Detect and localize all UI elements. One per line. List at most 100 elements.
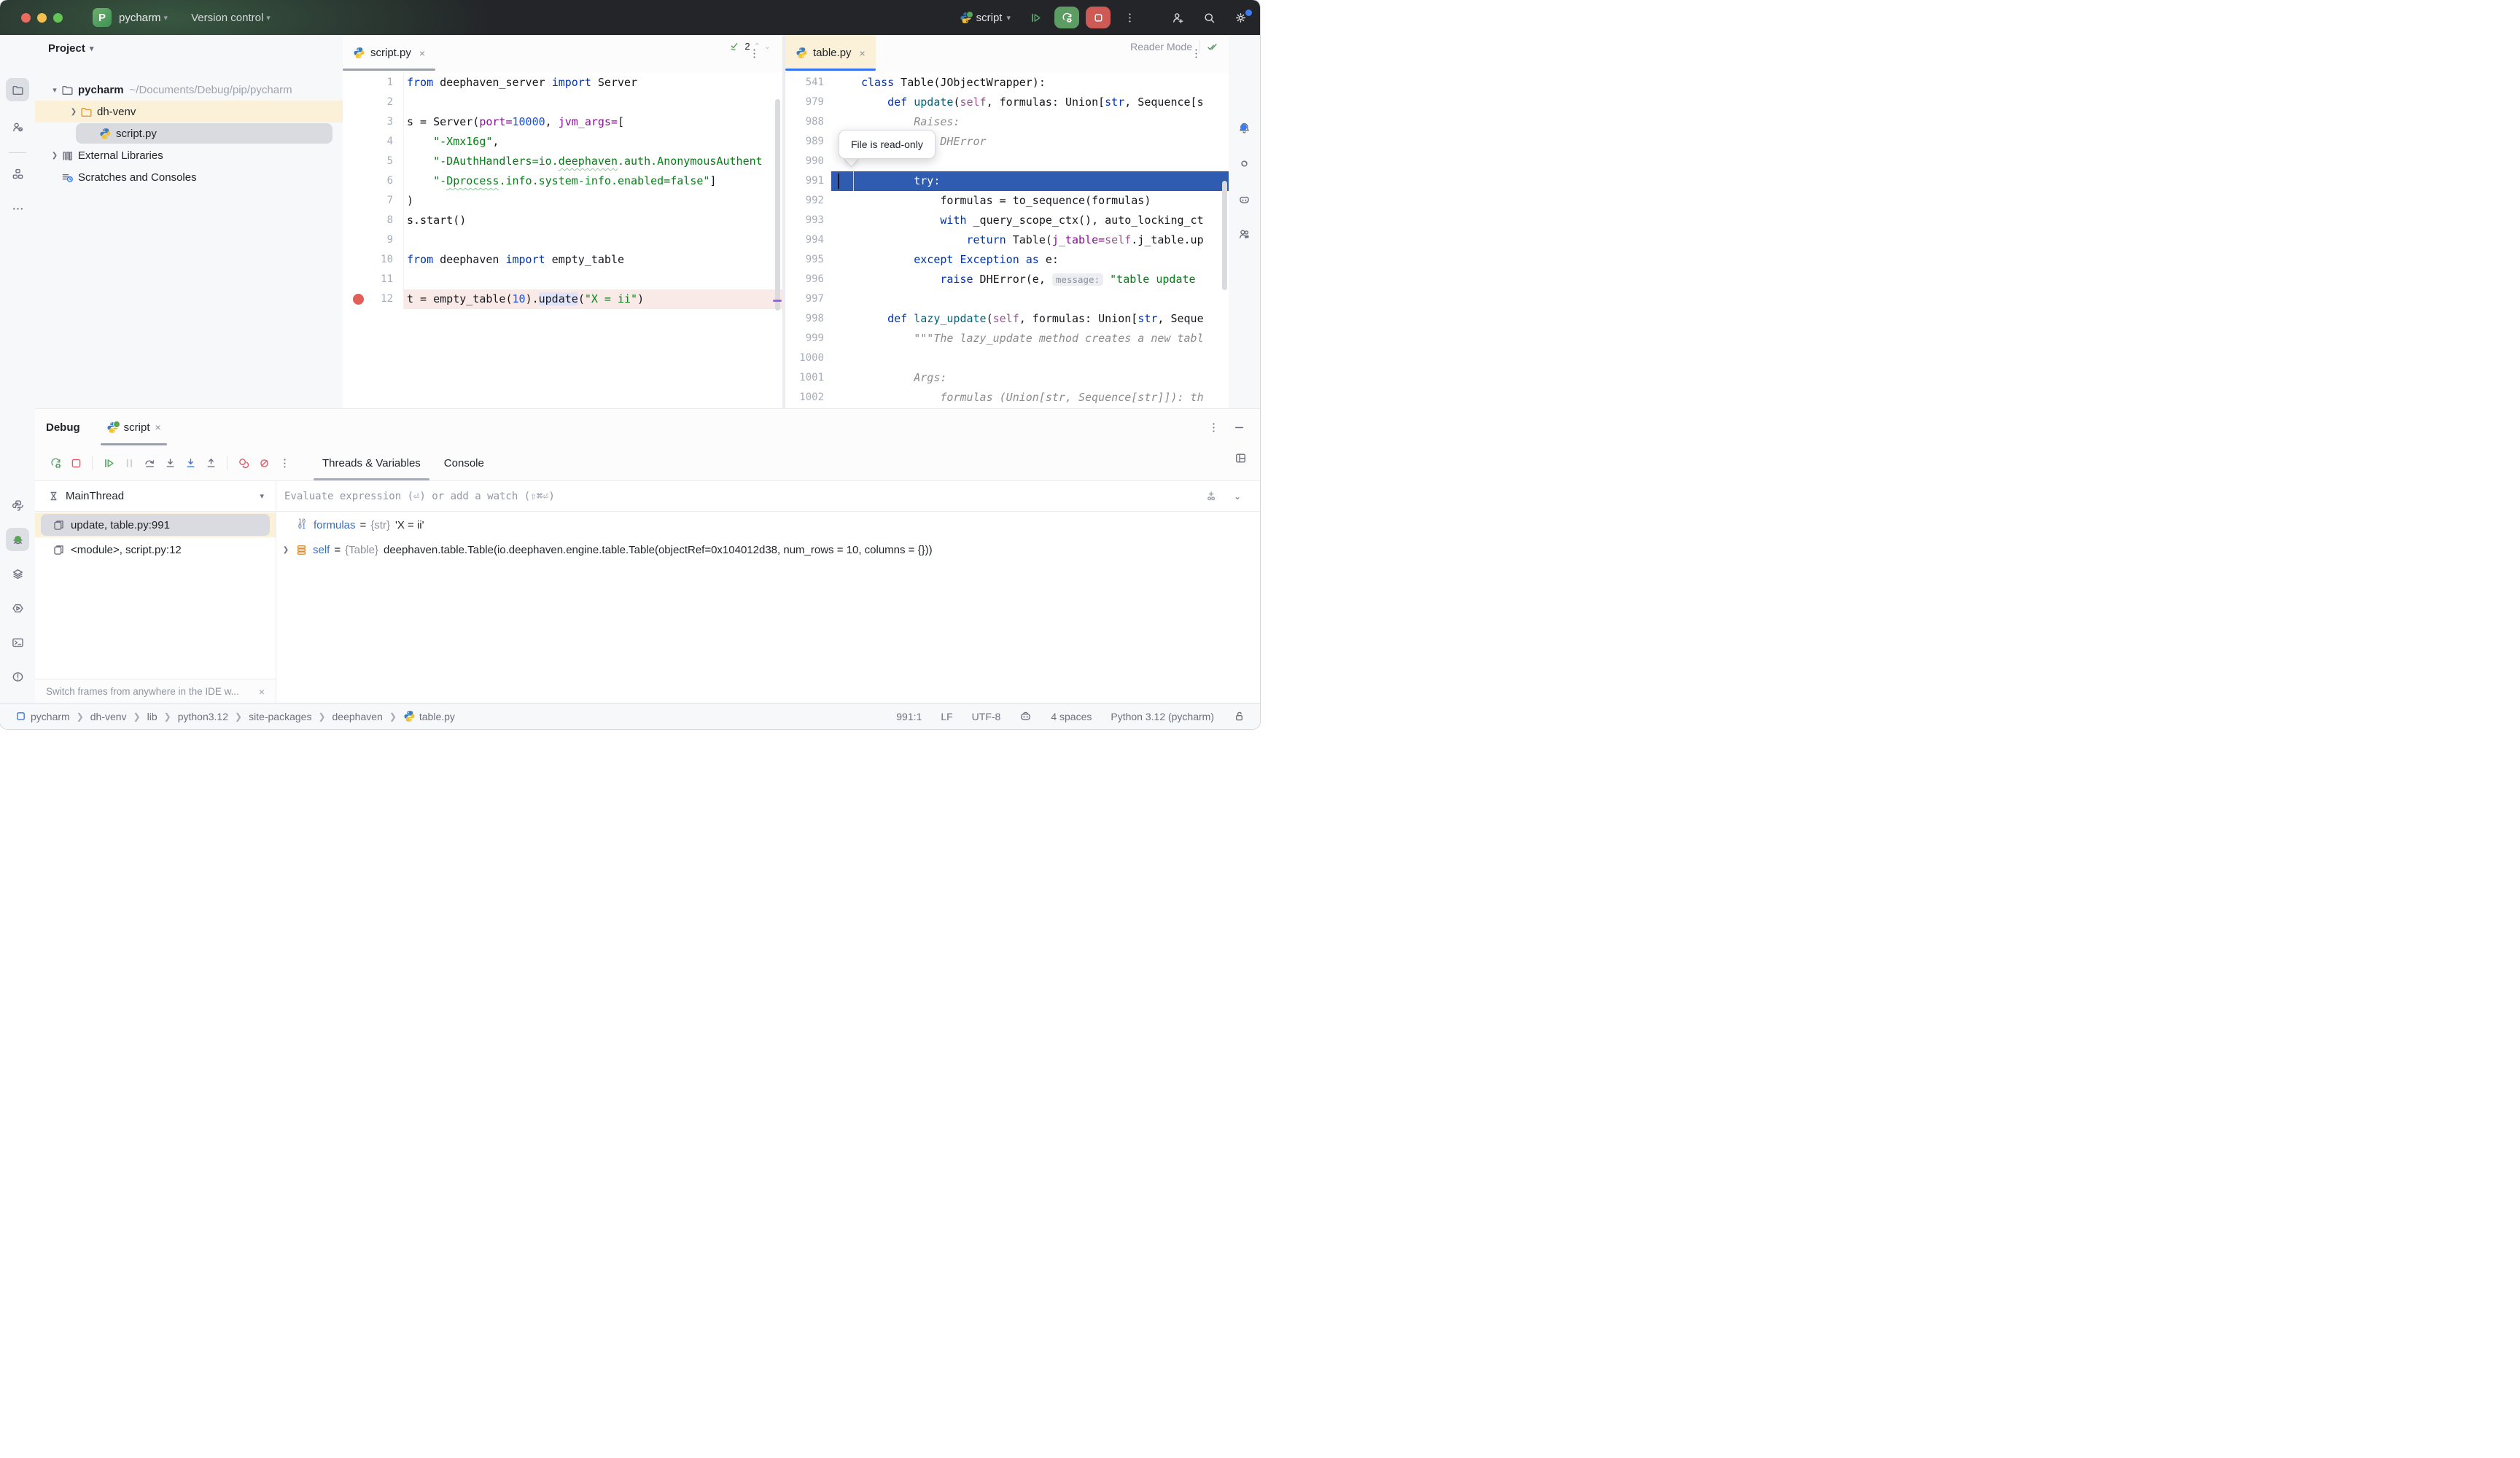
tool-window-learn[interactable]: ? [6, 115, 29, 139]
tool-window-more-tool-windows[interactable] [6, 197, 29, 220]
tab-script-py[interactable]: script.py × [343, 35, 435, 71]
evaluate-expression-input[interactable]: Evaluate expression (⏎) or add a watch (… [276, 481, 1260, 512]
resume-program-button[interactable] [1023, 7, 1048, 28]
line-number[interactable]: 993 [785, 211, 831, 230]
line-number[interactable]: 8 [343, 211, 403, 230]
line-number[interactable]: 997 [785, 289, 831, 309]
more-actions-button[interactable] [1117, 7, 1142, 28]
close-window-button[interactable] [21, 13, 31, 23]
line-number[interactable]: 1000 [785, 348, 831, 368]
close-session-icon[interactable]: × [155, 421, 161, 433]
breadcrumb-pycharm[interactable]: pycharm [15, 710, 70, 722]
scrollbar-right-editor[interactable] [1222, 181, 1227, 290]
status-read-only-toggle[interactable] [1233, 710, 1245, 722]
project-menu[interactable]: pycharm [119, 12, 161, 24]
step-into-button[interactable] [160, 453, 180, 473]
close-hint-icon[interactable]: × [259, 686, 265, 698]
breadcrumb-python3-12[interactable]: python3.12 [178, 711, 228, 722]
tool-window-python-packages[interactable] [6, 494, 29, 517]
line-number[interactable]: 994 [785, 230, 831, 250]
chevron-right-icon[interactable]: ❯ [48, 152, 61, 160]
code-with-me-button[interactable] [1165, 7, 1190, 28]
status-copilot-status[interactable] [1019, 710, 1032, 722]
debug-session-tab[interactable]: script × [96, 409, 171, 445]
tool-window-services[interactable] [6, 562, 29, 585]
close-tab-icon[interactable]: × [419, 47, 425, 59]
line-number[interactable]: 998 [785, 309, 831, 329]
line-number[interactable]: 6 [343, 171, 403, 191]
line-number[interactable]: 1 [343, 73, 403, 93]
breadcrumb-dh-venv[interactable]: dh-venv [90, 711, 127, 722]
line-number[interactable]: 1002 [785, 388, 831, 408]
watches-chevron-icon[interactable]: ⌄ [1234, 491, 1241, 502]
tool-window-copilot[interactable] [1232, 187, 1256, 211]
line-number[interactable]: 988 [785, 112, 831, 132]
tool-window-ai-assistant[interactable] [1232, 152, 1256, 175]
step-over-button[interactable] [139, 453, 160, 473]
status-interpreter[interactable]: Python 3.12 (pycharm) [1111, 711, 1214, 722]
project-panel-header[interactable]: Project ▾ [48, 42, 101, 55]
prev-problem-icon[interactable]: ⌃ [754, 42, 761, 51]
zoom-window-button[interactable] [53, 13, 63, 23]
tool-window-copilot-chat[interactable] [1232, 222, 1256, 246]
line-number[interactable]: 9 [343, 230, 403, 250]
line-number[interactable]: 996 [785, 270, 831, 289]
line-number[interactable]: 4 [343, 132, 403, 152]
tab-table-py[interactable]: table.py × [785, 35, 876, 71]
expand-chevron-icon[interactable]: ❯ [276, 546, 295, 554]
line-number[interactable]: 979 [785, 93, 831, 112]
breadcrumb-deephaven[interactable]: deephaven [332, 711, 383, 722]
scrollbar-left-editor[interactable] [775, 99, 780, 311]
breakpoint-icon[interactable] [353, 294, 364, 305]
tool-window-problems[interactable] [6, 665, 29, 688]
line-number[interactable]: 11 [343, 270, 403, 289]
reader-mode-widget[interactable]: Reader Mode [1130, 40, 1218, 53]
layout-settings-icon[interactable] [1234, 452, 1247, 464]
run-config-selector[interactable]: script▾ [960, 12, 1011, 24]
stack-frame[interactable]: <module>, script.py:12 [35, 537, 276, 562]
tab-threads-variables[interactable]: Threads & Variables [311, 445, 432, 480]
add-watch-icon[interactable] [1205, 490, 1218, 502]
line-number[interactable]: 1001 [785, 368, 831, 388]
line-number[interactable]: 990 [785, 152, 831, 171]
resume-button[interactable] [98, 453, 119, 473]
rerun-debug-button[interactable] [1054, 7, 1079, 28]
vcs-menu[interactable]: Version control [191, 12, 263, 24]
line-number[interactable]: 10 [343, 250, 403, 270]
thread-selector[interactable]: MainThread ▾ [35, 481, 276, 512]
line-number[interactable]: 995 [785, 250, 831, 270]
line-number[interactable]: 12 [343, 289, 403, 309]
variable-formulas[interactable]: 1001formulas={str}'X = ii' [276, 512, 1260, 537]
breadcrumb-site-packages[interactable]: site-packages [249, 711, 311, 722]
breadcrumb-table-py[interactable]: table.py [403, 710, 455, 722]
line-number[interactable]: 2 [343, 93, 403, 112]
breadcrumb-lib[interactable]: lib [147, 711, 158, 722]
line-number[interactable]: 3 [343, 112, 403, 132]
next-problem-icon[interactable]: ⌄ [764, 42, 771, 51]
chevron-right-icon[interactable]: ❯ [67, 108, 80, 116]
tool-window-structure[interactable] [6, 162, 29, 185]
tree-item-dh-venv[interactable]: ❯dh-venv [35, 101, 343, 122]
force-step-into-button[interactable] [180, 453, 201, 473]
settings-button[interactable] [1228, 7, 1253, 28]
tool-window-project[interactable] [6, 78, 29, 101]
tree-item-external-libraries[interactable]: ❯External Libraries [35, 144, 343, 166]
stop-o-button[interactable] [66, 453, 86, 473]
tree-item-scratches-and-consoles[interactable]: Scratches and Consoles [35, 166, 343, 188]
status-indent[interactable]: 4 spaces [1051, 711, 1092, 722]
tab-console[interactable]: Console [432, 445, 496, 480]
inspections-widget[interactable]: 2 ⌃ ⌄ [728, 40, 771, 52]
pause-button[interactable] [119, 453, 139, 473]
line-number[interactable]: 999 [785, 329, 831, 348]
kebab-button[interactable] [274, 453, 295, 473]
search-everywhere-button[interactable] [1197, 7, 1221, 28]
tree-item-script-py[interactable]: script.py [35, 122, 343, 144]
line-number[interactable]: 991 [785, 171, 831, 191]
debug-options-kebab-icon[interactable] [1208, 421, 1220, 434]
mute-breakpoints-button[interactable] [254, 453, 274, 473]
close-tab-icon[interactable]: × [860, 47, 866, 59]
tool-window-debug[interactable] [6, 528, 29, 551]
step-out-button[interactable] [201, 453, 221, 473]
status-line-ending[interactable]: LF [941, 711, 952, 722]
minimize-window-button[interactable] [37, 13, 47, 23]
